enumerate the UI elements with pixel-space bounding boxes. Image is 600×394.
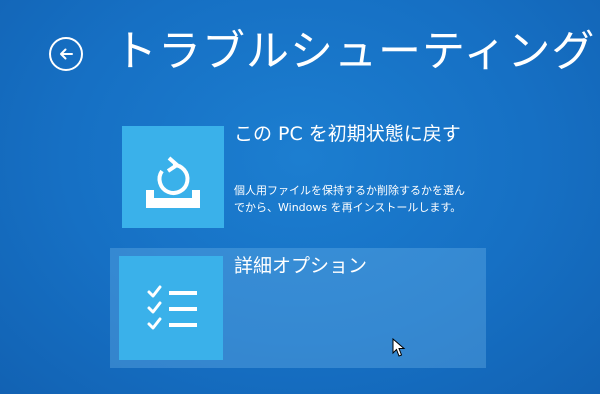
advanced-options-tile — [119, 256, 223, 360]
page-title: トラブルシューティング — [114, 27, 596, 77]
reset-pc-icon — [146, 156, 200, 208]
advanced-options-title: 詳細オプション — [234, 255, 368, 277]
reset-pc-option[interactable]: この PC を初期状態に戻す 個人用ファイルを保持するか削除するかを選んでから、… — [110, 116, 490, 240]
arrow-left-icon — [60, 48, 73, 60]
mouse-pointer-icon — [392, 338, 406, 357]
checklist-icon — [147, 285, 197, 330]
reset-pc-title: この PC を初期状態に戻す — [234, 123, 461, 145]
reset-pc-description: 個人用ファイルを保持するか削除するかを選んでから、Windows を再インストー… — [234, 184, 465, 214]
reset-pc-tile — [122, 126, 224, 228]
advanced-options-option[interactable]: 詳細オプション — [110, 248, 486, 368]
back-button[interactable] — [49, 37, 83, 71]
